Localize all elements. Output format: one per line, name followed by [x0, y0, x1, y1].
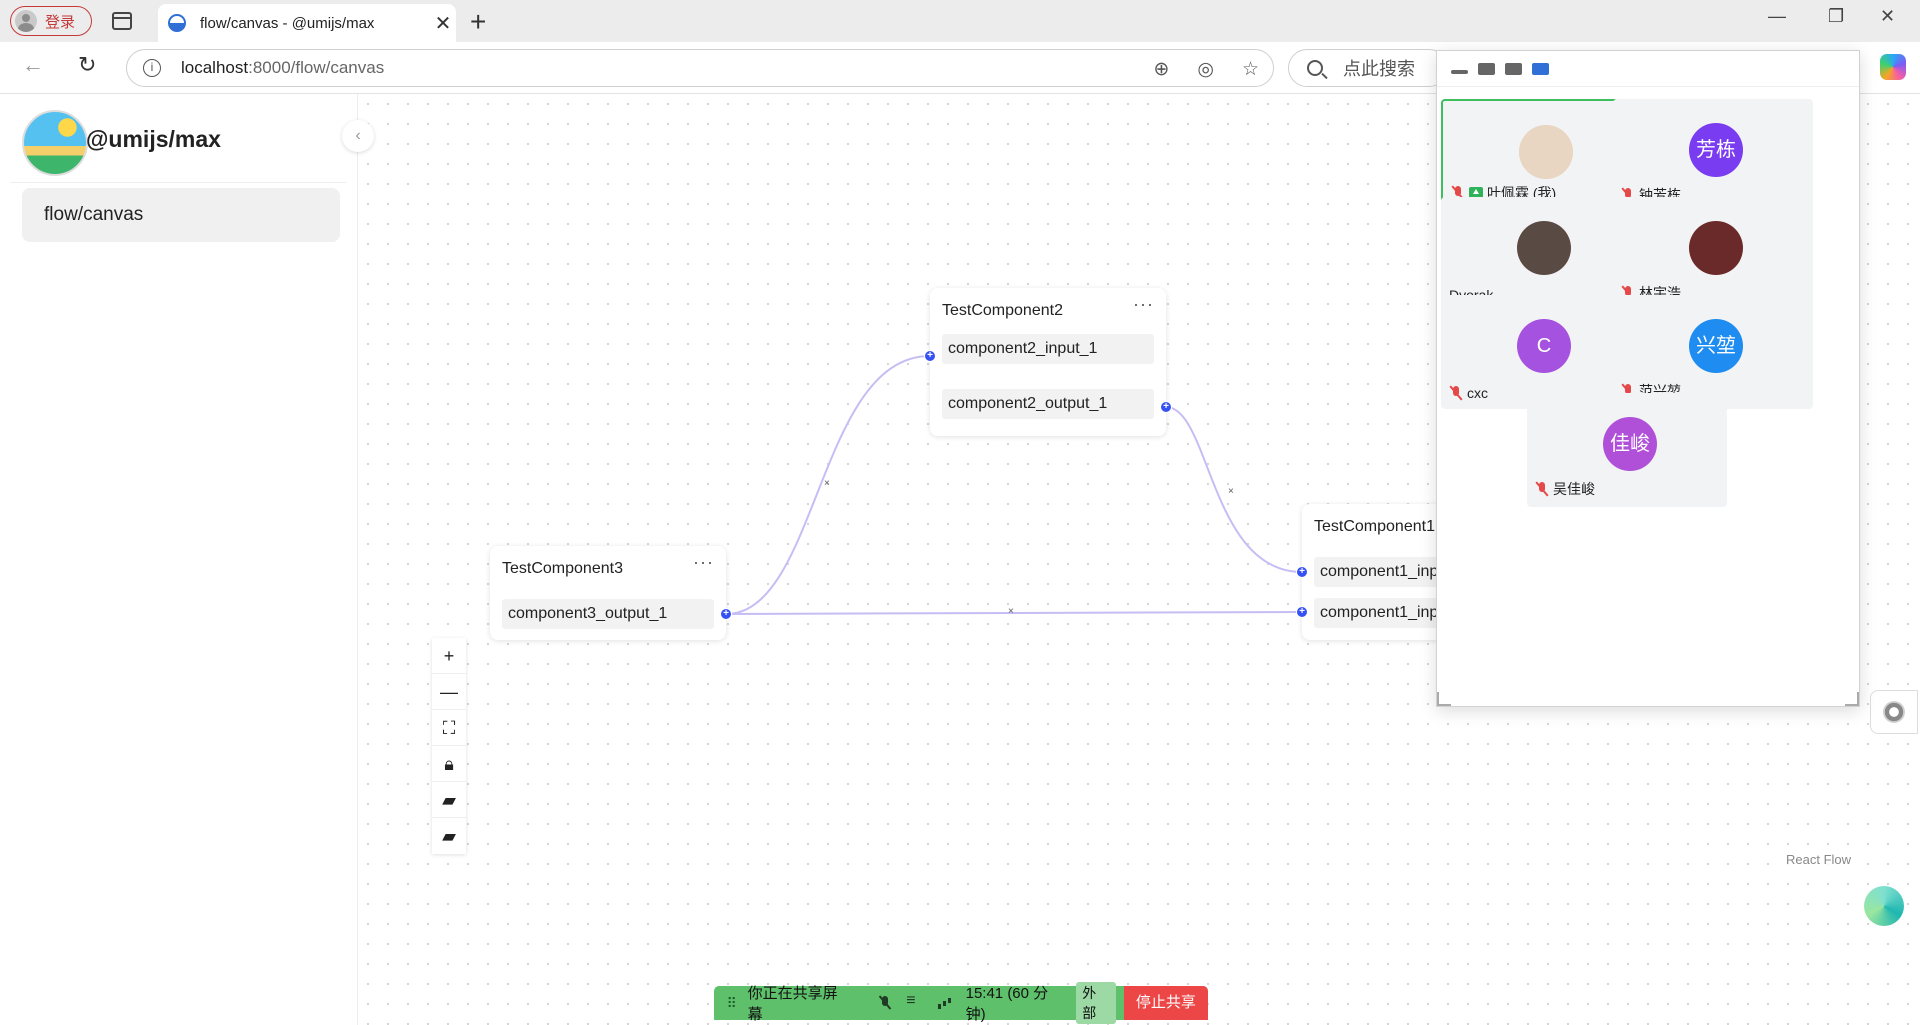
participant-tile[interactable]: Ccxc [1441, 295, 1641, 409]
external-badge: 外部 [1076, 982, 1116, 1024]
participant-tile[interactable]: Dvorak [1441, 197, 1641, 311]
edge-delete-marker[interactable]: × [1008, 606, 1014, 617]
participant-label: 吴佳峻 [1535, 479, 1595, 499]
participant-avatar: 佳峻 [1603, 417, 1657, 471]
zoom-out-button[interactable]: — [432, 674, 466, 710]
edge-delete-marker[interactable]: × [824, 478, 830, 489]
tab-title: flow/canvas - @umijs/max [200, 14, 375, 32]
folder-button[interactable]: ▰ [432, 782, 466, 818]
view-speaker-icon[interactable] [1478, 62, 1495, 75]
search-icon [1307, 60, 1323, 76]
copilot-icon[interactable] [1880, 54, 1906, 80]
fit-view-button[interactable]: ⛶ [432, 710, 466, 746]
participant-tile[interactable]: 佳峻 吴佳峻 [1527, 393, 1727, 507]
participant-avatar [1519, 125, 1573, 179]
edge-c2-c1 [1165, 406, 1303, 573]
close-tab-icon[interactable]: ✕ [430, 11, 456, 36]
lock-button[interactable]: 🔒︎ [432, 746, 466, 782]
node-menu-icon[interactable]: ··· [1133, 294, 1154, 315]
participant-avatar: C [1517, 319, 1571, 373]
handle-component1-input-1[interactable]: + [1296, 566, 1308, 578]
floating-assistant-icon[interactable] [1864, 886, 1904, 926]
meeting-view-toolbar [1437, 51, 1859, 87]
mic-off-icon[interactable] [877, 996, 895, 1010]
node-test-component3[interactable]: TestComponent3 ··· component3_output_1 [490, 546, 726, 640]
login-label: 登录 [45, 13, 76, 31]
share-duration: 15:41 (60 分钟) [965, 985, 1049, 1023]
node-title: TestComponent2 [942, 302, 1063, 319]
participant-avatar: 兴堃 [1689, 319, 1743, 373]
back-icon[interactable]: ← [22, 52, 44, 78]
minimize-icon[interactable]: — [1768, 6, 1786, 27]
participant-avatar: 芳栋 [1689, 123, 1743, 177]
resize-handle-icon[interactable] [1845, 692, 1859, 706]
meeting-participants-panel: 叶佩霖 (我)芳栋钟芳栋Dvorak林宇浩Ccxc兴堃范兴堃佳峻吴佳峻 [1436, 50, 1860, 707]
profile-login-button[interactable]: 登录 [10, 6, 92, 36]
new-tab-button[interactable]: + [470, 6, 486, 38]
stop-sharing-button[interactable]: 停止共享 [1123, 986, 1209, 1020]
participant-avatar [1689, 221, 1743, 275]
handle-component2-output[interactable]: + [1160, 401, 1172, 413]
favicon-icon [168, 14, 186, 32]
edge-c3-c1 [725, 611, 1303, 615]
participant-tile[interactable]: 兴堃 范兴堃 [1613, 295, 1813, 409]
url-host: localhost [181, 58, 249, 77]
participant-tile[interactable]: 芳栋 钟芳栋 [1613, 99, 1813, 213]
port-component2-input-1: component2_input_1 [942, 334, 1154, 364]
handle-component1-input-2[interactable]: + [1296, 606, 1308, 618]
node-test-component2[interactable]: TestComponent2 ··· component2_input_1 co… [930, 288, 1166, 436]
node-menu-icon[interactable]: ··· [693, 552, 714, 573]
sidebar-divider [10, 182, 346, 183]
sidebar: @umijs/max flow/canvas [0, 94, 358, 1025]
view-grid-icon[interactable] [1532, 62, 1549, 75]
react-flow-attribution[interactable]: React Flow [1782, 850, 1856, 869]
edge-delete-marker[interactable]: × [1228, 486, 1234, 497]
zoom-icon[interactable]: ⊕ [1153, 58, 1169, 81]
site-info-icon[interactable]: i [143, 59, 161, 77]
participant-name: 吴佳峻 [1553, 481, 1595, 497]
signal-icon [936, 996, 954, 1010]
url-field[interactable]: i localhost :8000/flow/canvas ⊕ ◎ ☆ [126, 49, 1274, 87]
port-component3-output-1: component3_output_1 [502, 599, 714, 629]
url-path: :8000/flow/canvas [248, 58, 385, 77]
translate-icon[interactable]: ◎ [1197, 58, 1214, 81]
tab-actions-icon[interactable] [112, 12, 132, 30]
reload-icon[interactable]: ↻ [78, 52, 96, 78]
app-name: @umijs/max [86, 126, 221, 152]
handle-component3-output[interactable]: + [720, 608, 732, 620]
search-placeholder: 点此搜索 [1343, 59, 1415, 79]
browser-tab-bar: 登录 flow/canvas - @umijs/max ✕ + — ❐ ✕ [0, 0, 1920, 42]
participant-label: cxc [1449, 385, 1488, 401]
tab-flow-canvas[interactable]: flow/canvas - @umijs/max ✕ [158, 4, 456, 42]
node-title: TestComponent1 [1314, 518, 1435, 535]
flow-controls: + — ⛶ 🔒︎ ▰ ▰ [432, 638, 466, 854]
side-dock-button[interactable] [1870, 690, 1918, 734]
drag-handle-icon[interactable]: ⠿ [722, 995, 742, 1012]
app-logo [22, 110, 88, 176]
browser-search-field[interactable]: 点此搜索 [1288, 49, 1448, 87]
close-window-icon[interactable]: ✕ [1880, 6, 1895, 27]
screen-share-bar: ⠿ 你正在共享屏幕 15:41 (60 分钟) 外部 停止共享 [714, 982, 1209, 1024]
port-component2-output-1: component2_output_1 [942, 389, 1154, 419]
participants-icon[interactable] [906, 992, 924, 1010]
view-minimize-icon[interactable] [1451, 69, 1468, 74]
mic-off-icon [1449, 385, 1463, 401]
participant-tile[interactable]: 叶佩霖 (我) [1441, 99, 1641, 213]
folder-button[interactable]: ▰ [432, 818, 466, 854]
participant-name: cxc [1467, 385, 1488, 401]
node-title: TestComponent3 [502, 560, 623, 577]
mic-off-icon [1535, 481, 1549, 497]
zoom-in-button[interactable]: + [432, 638, 466, 674]
sharing-status: 你正在共享屏幕 [747, 985, 838, 1023]
participant-avatar [1517, 221, 1571, 275]
restore-icon[interactable]: ❐ [1828, 6, 1844, 27]
handle-component2-input[interactable]: + [924, 350, 936, 362]
resize-handle-icon[interactable] [1437, 692, 1451, 706]
user-avatar-icon [15, 10, 37, 32]
view-list-icon[interactable] [1505, 62, 1522, 75]
favorite-star-icon[interactable]: ☆ [1242, 58, 1259, 81]
collapse-sidebar-button[interactable]: ‹ [342, 120, 374, 152]
sidebar-item-flow-canvas[interactable]: flow/canvas [22, 188, 340, 242]
participant-tile[interactable]: 林宇浩 [1613, 197, 1813, 311]
